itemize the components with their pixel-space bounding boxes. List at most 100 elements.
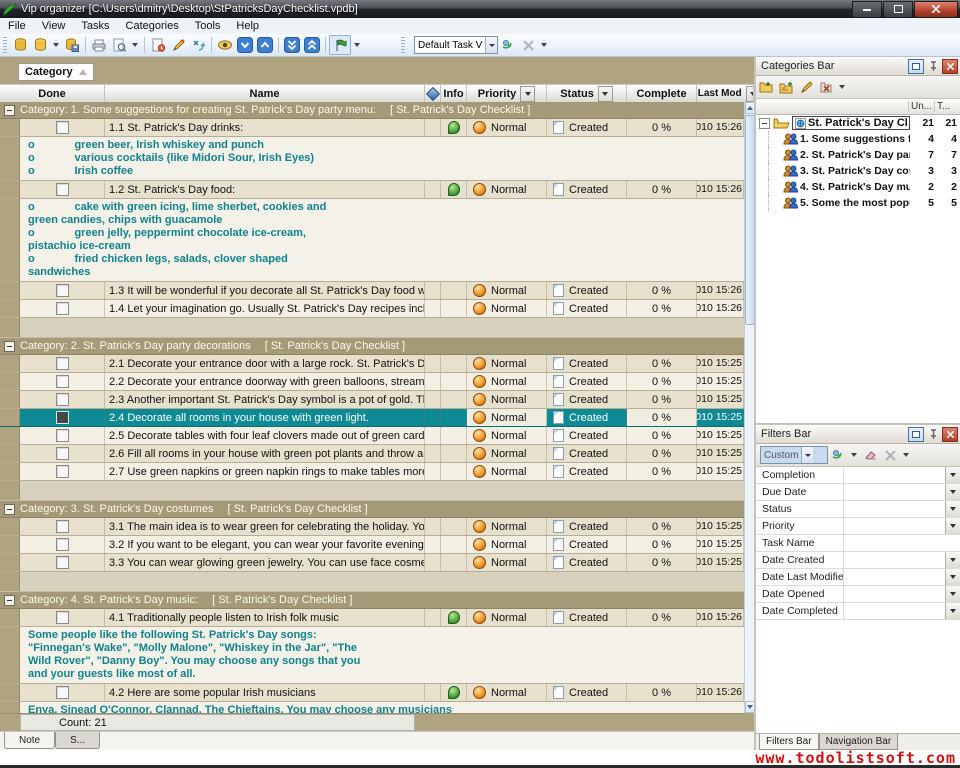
category-band-3[interactable]: Category: 3. St. Patrick's Day costumes … <box>0 501 744 518</box>
panel-restore-icon[interactable] <box>908 59 924 74</box>
category-band-4[interactable]: Category: 4. St. Patrick's Day music: [ … <box>0 592 744 609</box>
status-filter-dropdown-icon[interactable] <box>598 86 613 102</box>
new-subcategory-icon[interactable] <box>776 78 796 96</box>
filter-dropdown-icon[interactable] <box>945 569 960 585</box>
done-cell[interactable] <box>20 181 105 198</box>
filter-value[interactable] <box>844 569 945 585</box>
filter-dropdown-icon[interactable] <box>945 501 960 517</box>
column-status[interactable]: Status <box>547 85 627 102</box>
tab-navigation-bar[interactable]: Navigation Bar <box>819 734 899 750</box>
filter-dropdown-icon[interactable] <box>945 586 960 602</box>
collapse-all-icon[interactable] <box>302 36 322 54</box>
task-row-4-1[interactable]: 4.1 Traditionally people listen to Irish… <box>0 609 744 627</box>
filter-dropdown-icon[interactable] <box>945 552 960 568</box>
filter-value[interactable] <box>844 467 945 483</box>
tree-item-4[interactable]: 4. St. Patrick's Day music: 2 2 <box>756 179 960 195</box>
task-row-1-1[interactable]: 1.1 St. Patrick's Day drinks: Normal Cre… <box>0 119 744 137</box>
expand-all-icon[interactable] <box>282 36 302 54</box>
delete-category-icon[interactable] <box>816 78 836 96</box>
menu-help[interactable]: Help <box>228 20 267 32</box>
column-info[interactable]: Info <box>441 85 467 102</box>
flag-filter-icon[interactable] <box>329 35 351 55</box>
collapse-category-icon[interactable] <box>4 595 15 606</box>
filters-toolbar-overflow-icon[interactable] <box>903 453 909 457</box>
task-row-2-1[interactable]: 2.1 Decorate your entrance door with a l… <box>0 355 744 373</box>
menu-view[interactable]: View <box>34 20 74 32</box>
checkbox-icon[interactable] <box>56 411 69 424</box>
column-name[interactable]: Name <box>105 85 425 102</box>
column-done[interactable]: Done <box>0 85 105 102</box>
apply-view-icon[interactable] <box>498 36 518 54</box>
view-task-icon[interactable] <box>215 36 235 54</box>
filter-value[interactable] <box>844 518 945 534</box>
clear-filter-icon[interactable] <box>860 446 880 464</box>
tree-item-1[interactable]: 1. Some suggestions for c 4 4 <box>756 131 960 147</box>
priority-filter-dropdown-icon[interactable] <box>520 86 535 102</box>
checkbox-icon[interactable] <box>56 393 69 406</box>
task-row-4-2[interactable]: 4.2 Here are some popular Irish musician… <box>0 684 744 702</box>
move-down-icon[interactable] <box>235 36 255 54</box>
filter-value[interactable] <box>844 501 945 517</box>
delete-filter-icon[interactable] <box>880 446 900 464</box>
column-priority[interactable]: Priority <box>467 85 547 102</box>
task-note-1-2[interactable]: o cake with green icing, lime sherbet, c… <box>0 199 744 282</box>
checkbox-icon[interactable] <box>56 357 69 370</box>
collapse-category-icon[interactable] <box>4 504 15 515</box>
filter-dropdown-icon[interactable] <box>945 467 960 483</box>
column-attachment[interactable] <box>425 85 441 102</box>
delete-task-icon[interactable] <box>188 36 208 54</box>
apply-filter-dropdown-icon[interactable] <box>851 453 857 457</box>
category-band-1[interactable]: Category: 1. Some suggestions for creati… <box>0 102 744 119</box>
filter-row-priority[interactable]: Priority <box>756 518 960 535</box>
collapse-tree-icon[interactable] <box>759 118 770 129</box>
collapse-category-icon[interactable] <box>4 341 15 352</box>
panel-restore-icon[interactable] <box>908 427 924 442</box>
checkbox-icon[interactable] <box>56 520 69 533</box>
open-database-dropdown-icon[interactable] <box>53 43 59 47</box>
task-note-1-1[interactable]: o green beer, Irish whiskey and punch o … <box>0 137 744 181</box>
tree-root[interactable]: St. Patrick's Day Checklis 21 21 <box>756 115 960 131</box>
filter-value[interactable] <box>844 552 945 568</box>
new-database-icon[interactable] <box>10 36 30 54</box>
open-database-icon[interactable] <box>30 36 50 54</box>
task-note-4-1[interactable]: Some people like the following St. Patri… <box>0 627 744 684</box>
task-note-4-2[interactable]: Enya, Sinead O'Connor, Clannad, The Chie… <box>0 702 744 713</box>
task-row-3-1[interactable]: 3.1 The main idea is to wear green for c… <box>0 518 744 536</box>
panel-close-icon[interactable] <box>942 427 958 442</box>
checkbox-icon[interactable] <box>56 611 69 624</box>
filter-row-date-completed[interactable]: Date Completed <box>756 603 960 620</box>
panel-close-icon[interactable] <box>942 59 958 74</box>
checkbox-icon[interactable] <box>56 121 69 134</box>
menu-categories[interactable]: Categories <box>118 20 187 32</box>
checkbox-icon[interactable] <box>56 686 69 699</box>
panel-pin-icon[interactable] <box>926 60 940 73</box>
print-preview-icon[interactable] <box>109 36 129 54</box>
task-row-3-2[interactable]: 3.2 If you want to be elegant, you can w… <box>0 536 744 554</box>
task-row-2-3[interactable]: 2.3 Another important St. Patrick's Day … <box>0 391 744 409</box>
checkbox-icon[interactable] <box>56 375 69 388</box>
minimize-button[interactable] <box>852 1 882 18</box>
tree-item-5[interactable]: 5. Some the most popular 5 5 <box>756 195 960 211</box>
column-total[interactable]: T... <box>934 101 960 112</box>
vertical-scrollbar[interactable] <box>744 102 754 713</box>
menu-tools[interactable]: Tools <box>187 20 229 32</box>
flag-dropdown-icon[interactable] <box>354 43 360 47</box>
filter-row-due-date[interactable]: Due Date <box>756 484 960 501</box>
checkbox-icon[interactable] <box>56 183 69 196</box>
filter-value[interactable] <box>844 586 945 602</box>
task-view-combo[interactable]: Default Task V <box>414 36 498 54</box>
apply-filter-icon[interactable] <box>828 446 848 464</box>
checkbox-icon[interactable] <box>56 556 69 569</box>
tab-subtasks[interactable]: S... <box>55 732 100 749</box>
new-task-icon[interactable] <box>148 36 168 54</box>
filter-row-date-created[interactable]: Date Created <box>756 552 960 569</box>
filter-row-date-opened[interactable]: Date Opened <box>756 586 960 603</box>
task-row-2-6[interactable]: 2.6 Fill all rooms in your house with gr… <box>0 445 744 463</box>
filter-value[interactable] <box>844 535 960 551</box>
filter-dropdown-icon[interactable] <box>945 484 960 500</box>
task-row-3-3[interactable]: 3.3 You can wear glowing green jewelry. … <box>0 554 744 572</box>
task-row-1-3[interactable]: 1.3 It will be wonderful if you decorate… <box>0 282 744 300</box>
filter-dropdown-icon[interactable] <box>945 603 960 619</box>
date-filter-dropdown-icon[interactable] <box>746 86 754 102</box>
column-complete[interactable]: Complete <box>627 85 697 102</box>
